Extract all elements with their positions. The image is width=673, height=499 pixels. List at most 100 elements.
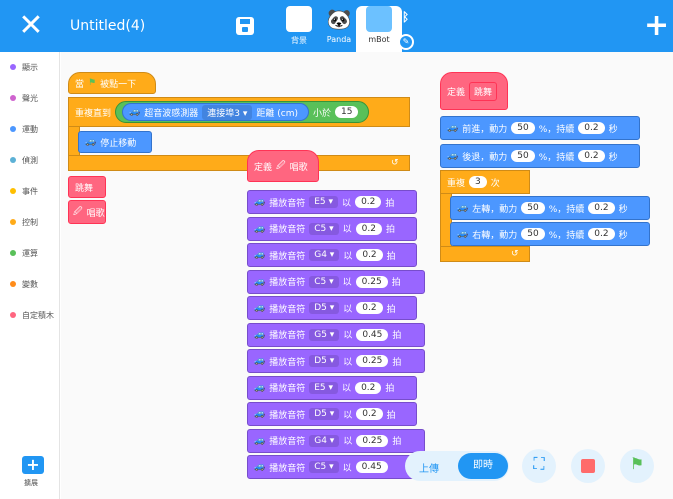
play-note-block[interactable]: 🚙 播放音符 C5 ▾ 以 0.2 拍 (247, 216, 417, 241)
mbot-icon: 🚙 (254, 197, 266, 207)
category-label: 顯示 (22, 62, 38, 72)
block-text: 拍 (391, 278, 401, 288)
stop-moving-block[interactable]: 🚙 停止移動 (78, 131, 152, 153)
category-motion[interactable]: 運動 (10, 122, 38, 136)
play-note-block[interactable]: 🚙 播放音符 G4 ▾ 以 0.2 拍 (247, 243, 417, 267)
extension-button[interactable]: + (22, 456, 44, 474)
background-thumb-icon (286, 6, 312, 32)
less-than-operator[interactable]: 🚙 超音波感測器 連接埠3 ▾ 距離 (cm) 小於 15 (115, 101, 370, 123)
define-sing-block[interactable]: 定義 🖉 唱歌 (247, 150, 319, 182)
add-sprite-icon[interactable]: + (644, 11, 669, 41)
when-flag-clicked-block[interactable]: 當 ⚑ 被點一下 (68, 72, 156, 94)
category-display[interactable]: 顯示 (10, 60, 38, 74)
move-backward-block[interactable]: 🚙 後退，動力 50 %，持續 0.2 秒 (440, 144, 640, 168)
mbot-icon: 🚙 (254, 382, 266, 393)
dropdown-value: E5 (314, 197, 326, 207)
beat-input[interactable]: 0.2 (356, 408, 383, 420)
turn-right-block[interactable]: 🚙 右轉，動力 50 %，持續 0.2 秒 (450, 222, 650, 246)
move-forward-block[interactable]: 🚙 前進，動力 50 %，持續 0.2 秒 (440, 116, 640, 140)
category-variables[interactable]: 變數 (10, 277, 38, 291)
ultrasonic-sensor-reporter[interactable]: 🚙 超音波感測器 連接埠3 ▾ 距離 (cm) (122, 103, 309, 121)
note-dropdown[interactable]: C5 ▾ (309, 461, 339, 473)
repeat-footer: ↺ (440, 246, 530, 262)
beat-input[interactable]: 0.2 (356, 302, 383, 314)
beat-input[interactable]: 0.25 (356, 355, 389, 367)
note-dropdown[interactable]: E5 ▾ (309, 381, 339, 394)
upload-mode-button[interactable]: 上傳 (419, 460, 439, 475)
block-text: 秒 (608, 152, 618, 163)
beat-input[interactable]: 0.45 (355, 461, 388, 473)
edit-icon[interactable]: ✎ (398, 34, 414, 50)
repeat-block[interactable]: 重複 3 次 (440, 170, 530, 194)
duration-input[interactable]: 0.2 (588, 228, 615, 240)
beat-input[interactable]: 0.2 (355, 222, 382, 235)
beat-input[interactable]: 0.25 (356, 434, 389, 447)
play-note-block[interactable]: 🚙 播放音符 D5 ▾ 以 0.2 拍 (247, 296, 417, 320)
beat-input[interactable]: 0.2 (355, 196, 382, 208)
category-sound-light[interactable]: 聲光 (10, 91, 38, 105)
define-dance-block[interactable]: 定義 跳舞 (440, 72, 508, 110)
save-icon[interactable] (236, 17, 254, 35)
call-sing-block[interactable]: 🖉 唱歌 (68, 200, 106, 224)
power-input[interactable]: 50 (521, 202, 545, 214)
bluetooth-icon: ᛒ (402, 10, 410, 24)
category-control[interactable]: 控制 (10, 215, 38, 229)
block-text: 距離 (cm) (256, 108, 298, 119)
category-label: 控制 (22, 217, 38, 227)
mbot-icon: 🚙 (254, 329, 266, 340)
close-icon[interactable]: ✕ (16, 11, 46, 41)
note-dropdown[interactable]: C5 ▾ (309, 222, 339, 235)
fullscreen-icon[interactable] (522, 449, 556, 483)
play-note-block[interactable]: 🚙 播放音符 G5 ▾ 以 0.45 拍 (247, 322, 425, 347)
repeat-count-input[interactable]: 3 (469, 176, 487, 188)
category-sensing[interactable]: 偵測 (10, 153, 38, 167)
sprite-mbot[interactable]: mBot (356, 6, 402, 52)
category-my-blocks[interactable]: 自定積木 (10, 308, 54, 322)
play-note-block[interactable]: 🚙 播放音符 C5 ▾ 以 0.25 拍 (247, 269, 425, 294)
duration-input[interactable]: 0.2 (578, 150, 605, 162)
category-events[interactable]: 事件 (10, 184, 38, 198)
play-note-block[interactable]: 🚙 播放音符 C5 ▾ 以 0.45 (247, 455, 425, 479)
block-text: 拍 (392, 331, 402, 341)
project-title[interactable]: Untitled(4) (70, 18, 145, 34)
note-dropdown[interactable]: E5 ▾ (309, 196, 339, 208)
port-dropdown[interactable]: 連接埠3 ▾ (202, 104, 253, 120)
note-dropdown[interactable]: G4 ▾ (309, 434, 340, 447)
category-label: 自定積木 (22, 310, 54, 320)
loop-arrow-icon: ↺ (391, 158, 399, 168)
live-mode-button[interactable]: 即時 (458, 453, 508, 479)
note-dropdown[interactable]: D5 ▾ (309, 355, 340, 367)
beat-input[interactable]: 0.2 (356, 249, 383, 261)
beat-input[interactable]: 0.25 (355, 275, 388, 288)
block-text: 定義 (447, 87, 466, 98)
play-note-block[interactable]: 🚙 播放音符 E5 ▾ 以 0.2 拍 (247, 375, 417, 400)
duration-input[interactable]: 0.2 (578, 122, 605, 134)
green-flag-run-icon[interactable] (620, 449, 654, 483)
power-input[interactable]: 50 (521, 228, 545, 240)
repeat-until-block[interactable]: 重複直到 🚙 超音波感測器 連接埠3 ▾ 距離 (cm) 小於 15 (68, 97, 410, 127)
block-text: 播放音符 (269, 304, 306, 315)
beat-input[interactable]: 0.2 (355, 381, 382, 394)
note-dropdown[interactable]: G4 ▾ (309, 249, 340, 261)
note-dropdown[interactable]: D5 ▾ (309, 408, 340, 420)
block-text: 定義 (254, 162, 273, 173)
block-text: 播放音符 (269, 251, 306, 262)
note-dropdown[interactable]: D5 ▾ (309, 302, 340, 314)
category-operators[interactable]: 運算 (10, 246, 38, 260)
play-note-block[interactable]: 🚙 播放音符 D5 ▾ 以 0.2 拍 (247, 402, 417, 426)
play-note-block[interactable]: 🚙 播放音符 E5 ▾ 以 0.2 拍 (247, 190, 417, 214)
block-text: 次 (490, 178, 500, 189)
turn-left-block[interactable]: 🚙 左轉，動力 50 %，持續 0.2 秒 (450, 196, 650, 220)
duration-input[interactable]: 0.2 (588, 202, 615, 214)
call-dance-block[interactable]: 跳舞 (68, 176, 106, 198)
block-text: 拍 (392, 357, 402, 368)
note-dropdown[interactable]: G5 ▾ (309, 328, 340, 341)
note-dropdown[interactable]: C5 ▾ (309, 275, 339, 288)
power-input[interactable]: 50 (511, 150, 535, 162)
play-note-block[interactable]: 🚙 播放音符 D5 ▾ 以 0.25 拍 (247, 349, 425, 373)
power-input[interactable]: 50 (511, 122, 535, 134)
stop-icon[interactable] (571, 449, 605, 483)
play-note-block[interactable]: 🚙 播放音符 G4 ▾ 以 0.25 拍 (247, 428, 425, 453)
threshold-input[interactable]: 15 (335, 106, 359, 118)
beat-input[interactable]: 0.45 (356, 328, 389, 341)
